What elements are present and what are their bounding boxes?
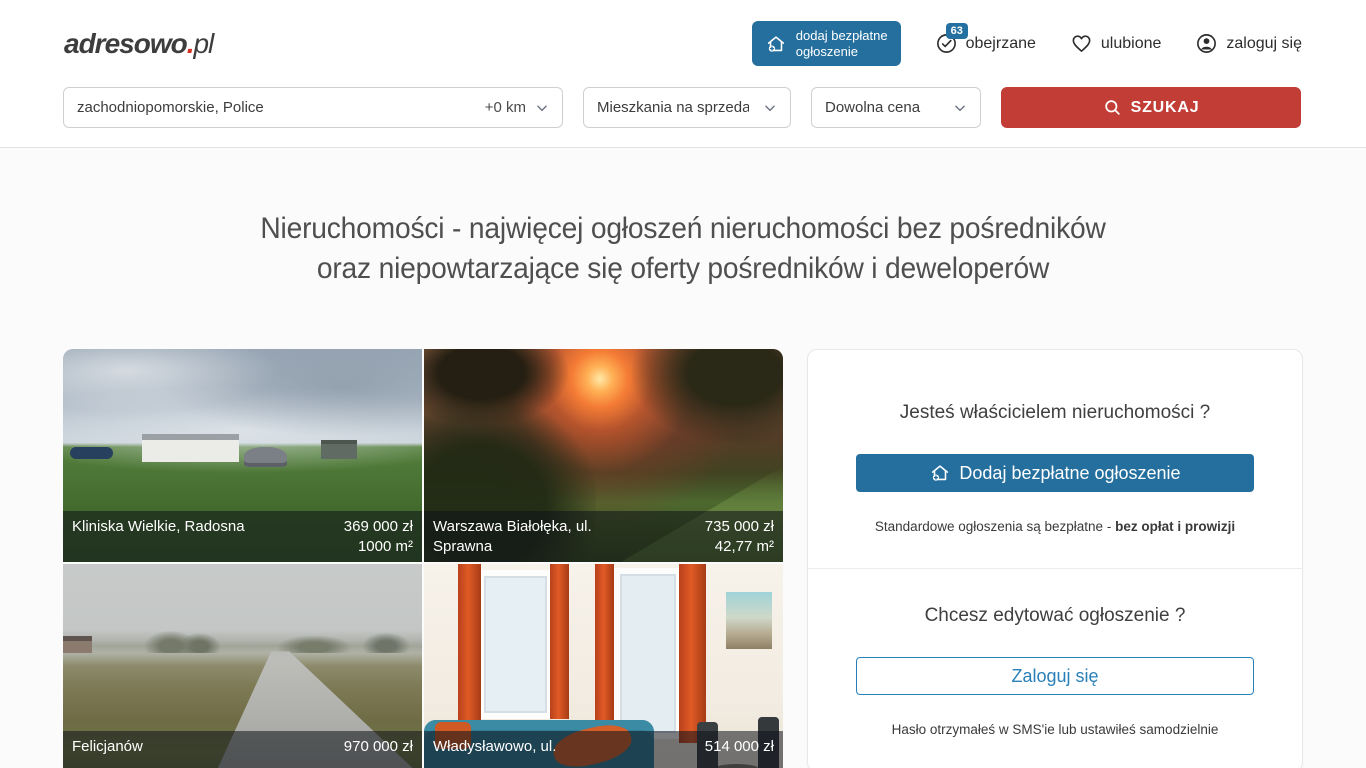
- user-circle-icon: [1195, 32, 1218, 55]
- add-free-listing-label: Dodaj bezpłatne ogłoszenie: [959, 463, 1180, 484]
- login-button[interactable]: Zaloguj się: [856, 657, 1254, 695]
- listing-card[interactable]: Kliniska Wielkie, Radosna 369 000 zł 100…: [63, 349, 422, 562]
- search-bar: zachodniopomorskie, Police +0 km Mieszka…: [0, 87, 1366, 128]
- chevron-down-icon: [535, 101, 549, 115]
- category-select[interactable]: Mieszkania na sprzedaż: [583, 87, 791, 128]
- logo[interactable]: adresowo.pl: [64, 28, 213, 60]
- listing-price: 514 000 zł: [705, 737, 774, 757]
- listing-overlay: Władysławowo, ul. 514 000 zł: [424, 731, 783, 768]
- logo-tld: pl: [193, 28, 213, 59]
- listing-area: 42,77 m²: [705, 537, 774, 557]
- listing-location: Władysławowo, ul.: [433, 737, 556, 768]
- listing-card[interactable]: Władysławowo, ul. 514 000 zł: [424, 564, 783, 768]
- listing-price: 970 000 zł: [344, 737, 413, 757]
- edit-section: Chcesz edytować ogłoszenie ? Zaloguj się…: [808, 568, 1302, 768]
- location-input[interactable]: zachodniopomorskie, Police +0 km: [63, 87, 563, 128]
- main-content: Kliniska Wielkie, Radosna 369 000 zł 100…: [0, 349, 1366, 768]
- favorites-label: ulubione: [1101, 35, 1162, 53]
- listing-card[interactable]: Warszawa Białołęka, ul. Sprawna 735 000 …: [424, 349, 783, 562]
- listing-card[interactable]: Felicjanów 970 000 zł: [63, 564, 422, 768]
- edit-heading: Chcesz edytować ogłoszenie ?: [856, 605, 1254, 627]
- owner-heading: Jesteś właścicielem nieruchomości ?: [856, 402, 1254, 424]
- listing-location: Kliniska Wielkie, Radosna: [72, 517, 245, 557]
- listing-location: Felicjanów: [72, 737, 143, 768]
- price-value: Dowolna cena: [825, 99, 920, 116]
- price-select[interactable]: Dowolna cena: [811, 87, 981, 128]
- edit-note: Hasło otrzymałeś w SMS'ie lub ustawiłeś …: [856, 722, 1254, 737]
- heart-icon: [1070, 32, 1093, 55]
- add-listing-button[interactable]: dodaj bezpłatne ogłoszenie: [752, 21, 901, 66]
- viewed-count-badge: 63: [946, 23, 968, 39]
- listing-price-area: 514 000 zł: [705, 737, 774, 768]
- listing-price: 369 000 zł: [344, 517, 413, 537]
- viewed-label: obejrzane: [966, 35, 1036, 53]
- nav-item-login[interactable]: zaloguj się: [1195, 32, 1302, 55]
- owner-section: Jesteś właścicielem nieruchomości ? Doda…: [808, 350, 1302, 568]
- page-header: adresowo.pl dodaj bezpłatne ogłoszenie: [0, 0, 1366, 148]
- house-add-icon: [765, 33, 787, 55]
- listing-price-area: 970 000 zł: [344, 737, 413, 768]
- nav-item-viewed[interactable]: 63 obejrzane: [935, 32, 1036, 55]
- chevron-down-icon: [763, 101, 777, 115]
- add-free-listing-button[interactable]: Dodaj bezpłatne ogłoszenie: [856, 454, 1254, 492]
- header-nav: dodaj bezpłatne ogłoszenie 63 obejrzane: [752, 21, 1302, 66]
- listing-price-area: 735 000 zł 42,77 m²: [705, 517, 774, 557]
- chevron-down-icon: [953, 101, 967, 115]
- page-title: Nieruchomości - najwięcej ogłoszeń nieru…: [41, 209, 1325, 289]
- location-value: zachodniopomorskie, Police: [77, 99, 264, 116]
- nav-item-favorites[interactable]: ulubione: [1070, 32, 1162, 55]
- category-value: Mieszkania na sprzedaż: [597, 99, 749, 116]
- listing-overlay: Felicjanów 970 000 zł: [63, 731, 422, 768]
- search-button[interactable]: SZUKAJ: [1001, 87, 1301, 128]
- listing-area: 1000 m²: [344, 537, 413, 557]
- viewed-check-circle-icon: 63: [935, 32, 958, 55]
- listing-location: Warszawa Białołęka, ul. Sprawna: [433, 517, 621, 557]
- owner-note: Standardowe ogłoszenia są bezpłatne - be…: [856, 519, 1254, 534]
- listing-overlay: Warszawa Białołęka, ul. Sprawna 735 000 …: [424, 511, 783, 562]
- login-label: zaloguj się: [1226, 35, 1302, 53]
- page-title-line1: Nieruchomości - najwięcej ogłoszeń nieru…: [41, 209, 1325, 249]
- listing-price: 735 000 zł: [705, 517, 774, 537]
- listing-overlay: Kliniska Wielkie, Radosna 369 000 zł 100…: [63, 511, 422, 562]
- page-title-line2: oraz niepowtarzające się oferty pośredni…: [41, 249, 1325, 289]
- house-add-icon: [929, 462, 951, 484]
- listings-grid: Kliniska Wielkie, Radosna 369 000 zł 100…: [63, 349, 783, 768]
- radius-selector[interactable]: +0 km: [485, 99, 549, 116]
- header-top-row: adresowo.pl dodaj bezpłatne ogłoszenie: [0, 0, 1366, 87]
- logo-main: adresowo: [64, 28, 187, 59]
- add-listing-label: dodaj bezpłatne ogłoszenie: [796, 28, 888, 59]
- search-icon: [1103, 98, 1122, 117]
- login-button-label: Zaloguj się: [1011, 666, 1098, 687]
- radius-value: +0 km: [485, 99, 526, 116]
- owner-sidebar-panel: Jesteś właścicielem nieruchomości ? Doda…: [807, 349, 1303, 768]
- search-button-label: SZUKAJ: [1131, 99, 1200, 117]
- listing-price-area: 369 000 zł 1000 m²: [344, 517, 413, 557]
